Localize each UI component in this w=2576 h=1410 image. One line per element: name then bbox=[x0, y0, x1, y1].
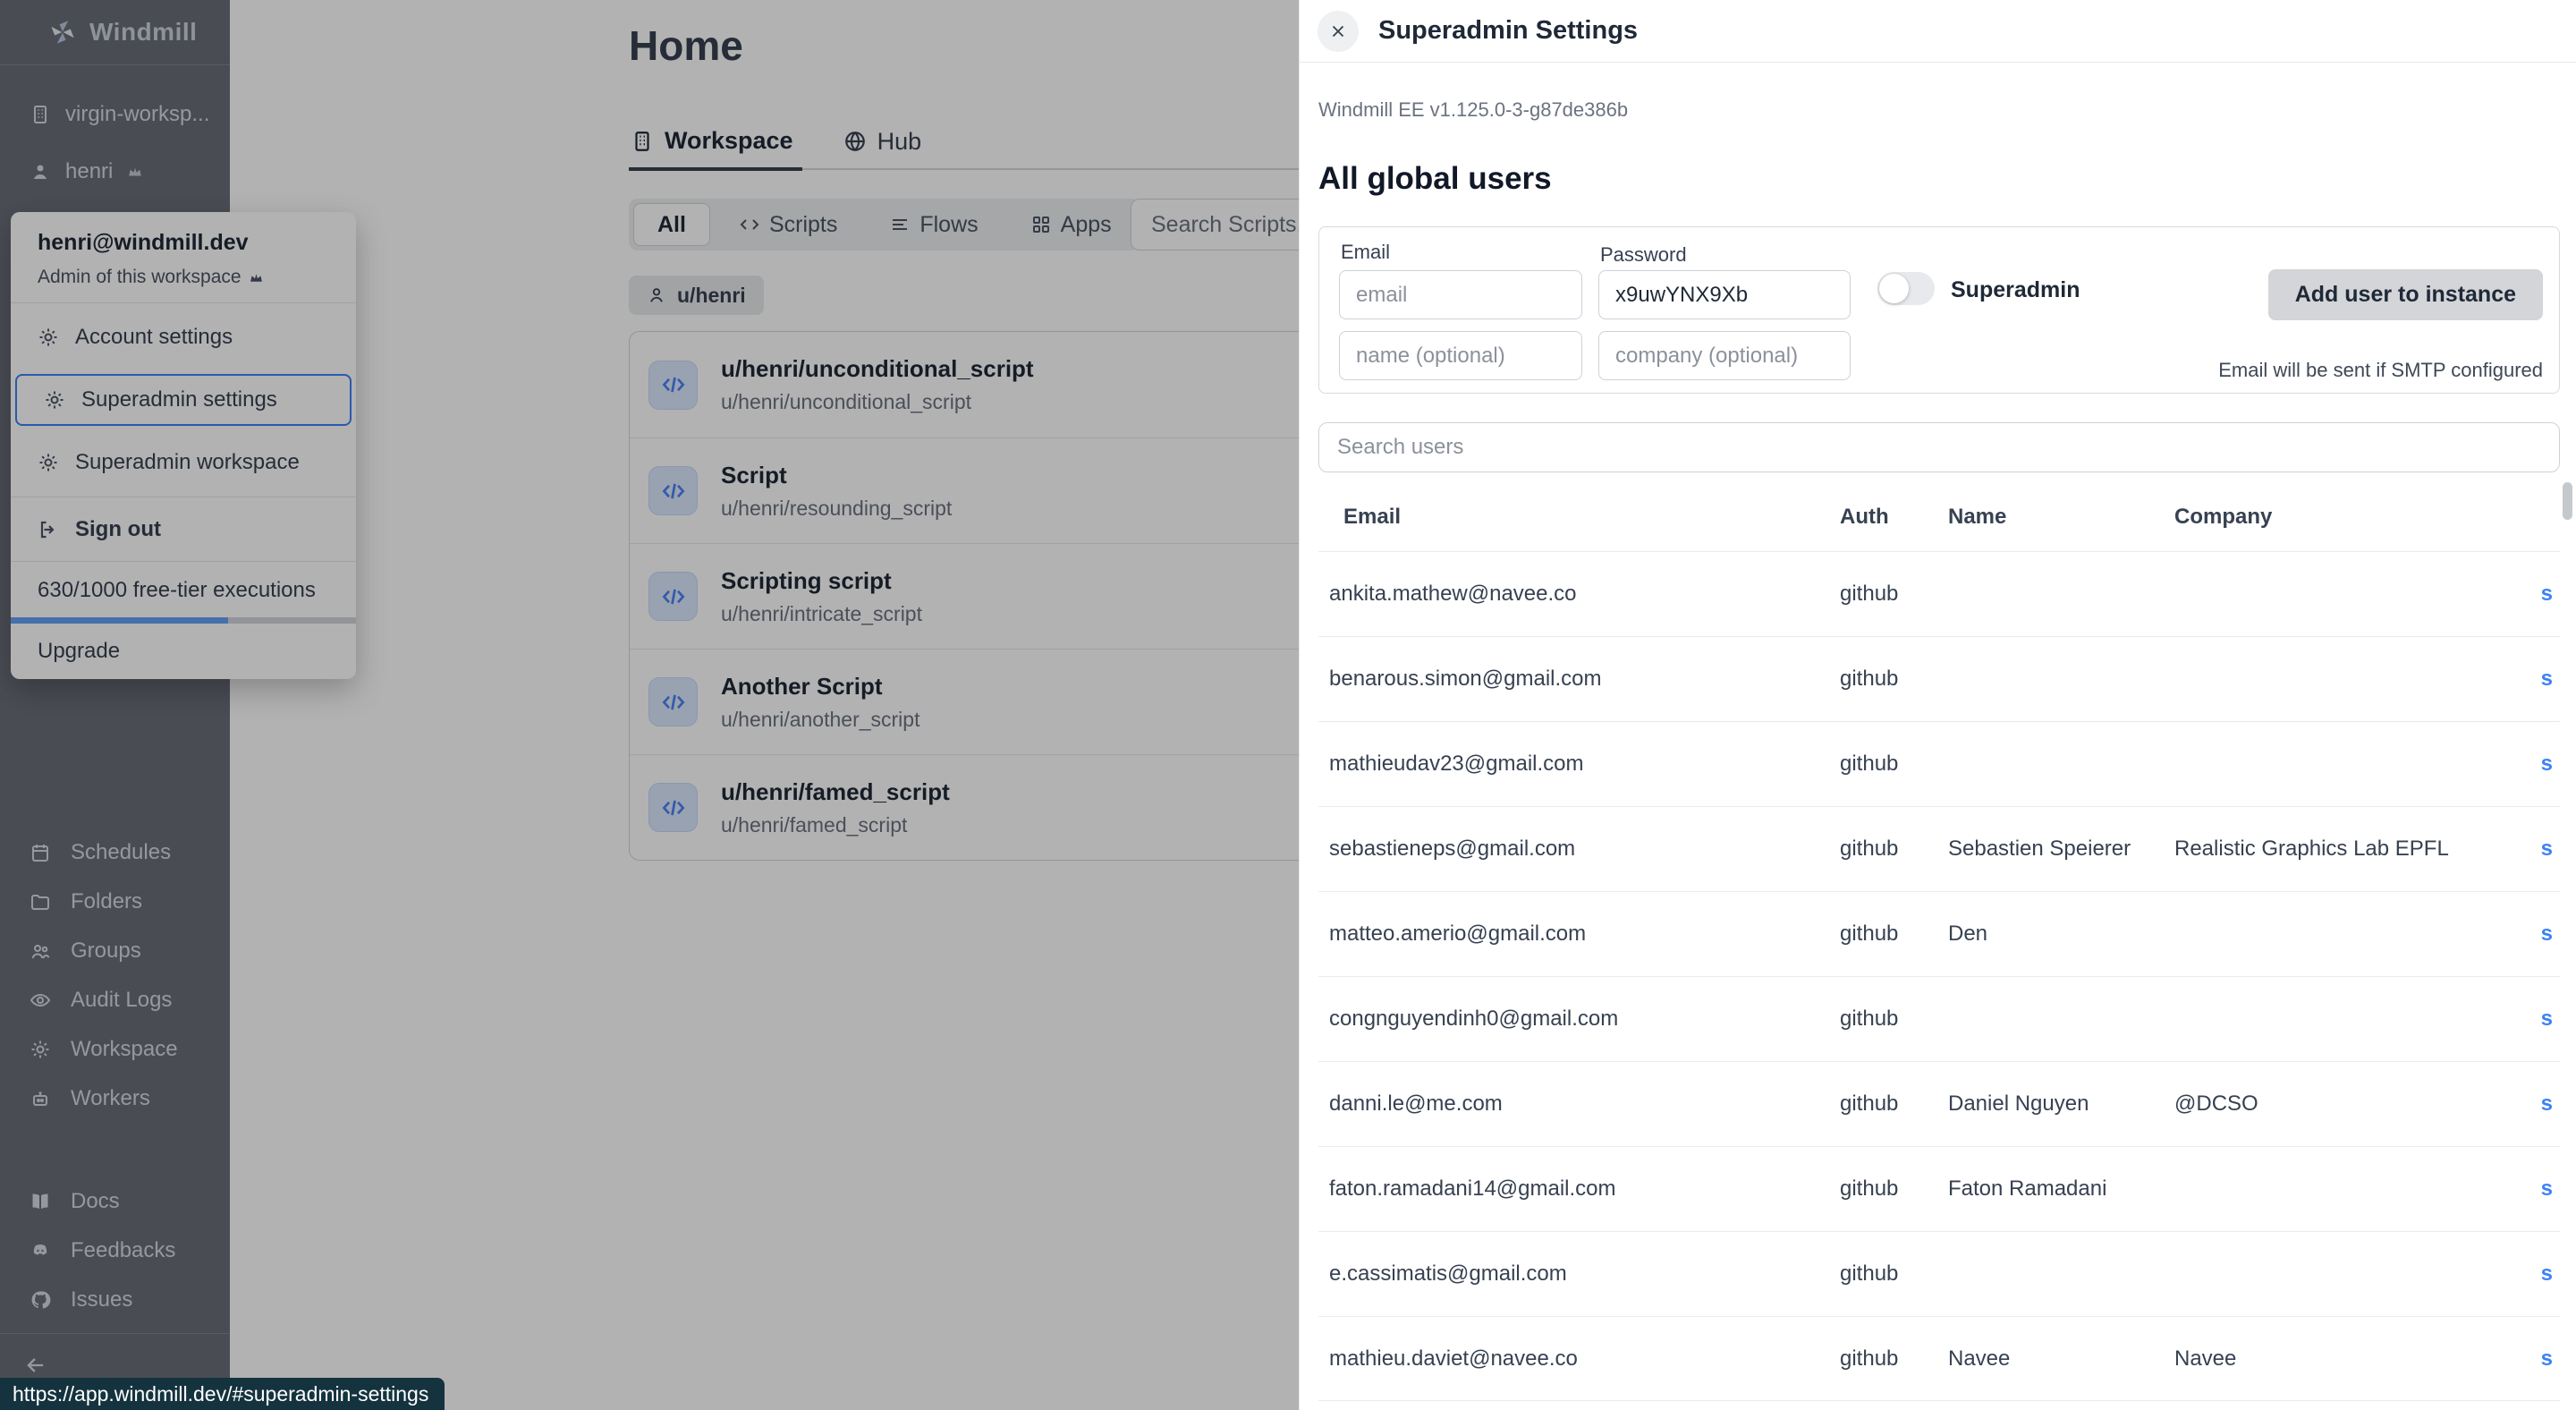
row-action-link[interactable]: s bbox=[2541, 837, 2553, 861]
search-users-input[interactable] bbox=[1318, 422, 2560, 472]
superadmin-toggle-label: Superadmin bbox=[1951, 277, 2080, 303]
user-email: faton.ramadani14@gmail.com bbox=[1318, 1176, 1840, 1202]
user-auth: github bbox=[1840, 582, 1948, 607]
scrollbar-thumb[interactable] bbox=[2563, 482, 2572, 520]
user-email: congnguyendinh0@gmail.com bbox=[1318, 1007, 1840, 1032]
row-action-link[interactable]: s bbox=[2541, 1176, 2553, 1201]
user-name: Navee bbox=[1948, 1346, 2174, 1372]
col-header-company: Company bbox=[2174, 505, 2497, 530]
toggle-knob bbox=[1879, 274, 1909, 303]
table-row: ankita.mathew@navee.co github s bbox=[1318, 551, 2560, 636]
user-auth: github bbox=[1840, 752, 1948, 777]
table-row: mathieudav23@gmail.com github s bbox=[1318, 721, 2560, 806]
user-name: Daniel Nguyen bbox=[1948, 1091, 2174, 1117]
row-action-link[interactable]: s bbox=[2541, 1261, 2553, 1286]
row-action-link[interactable]: s bbox=[2541, 1346, 2553, 1371]
table-row: sebastieneps@gmail.com github Sebastien … bbox=[1318, 806, 2560, 891]
users-table: Email Auth Name Company ankita.mathew@na… bbox=[1318, 505, 2560, 1401]
user-email: matteo.amerio@gmail.com bbox=[1318, 922, 1840, 947]
table-row: danni.le@me.com github Daniel Nguyen @DC… bbox=[1318, 1061, 2560, 1146]
table-row: e.cassimatis@gmail.com github s bbox=[1318, 1231, 2560, 1316]
row-action-link[interactable]: s bbox=[2541, 582, 2553, 606]
table-row: mathieu.daviet@navee.co github Navee Nav… bbox=[1318, 1316, 2560, 1401]
user-name: Faton Ramadani bbox=[1948, 1176, 2174, 1202]
user-email: e.cassimatis@gmail.com bbox=[1318, 1261, 1840, 1287]
user-auth: github bbox=[1840, 1091, 1948, 1117]
row-action-link[interactable]: s bbox=[2541, 1007, 2553, 1031]
col-header-email: Email bbox=[1318, 505, 1840, 530]
user-email: danni.le@me.com bbox=[1318, 1091, 1840, 1117]
close-drawer-button[interactable] bbox=[1318, 11, 1359, 52]
add-user-button[interactable]: Add user to instance bbox=[2268, 269, 2543, 320]
col-header-auth: Auth bbox=[1840, 505, 1948, 530]
col-header-name: Name bbox=[1948, 505, 2174, 530]
version-label: Windmill EE v1.125.0-3-g87de386b bbox=[1318, 98, 2560, 122]
user-auth: github bbox=[1840, 1346, 1948, 1372]
add-user-form: Email Password Superadmin Add user to in… bbox=[1318, 226, 2560, 394]
drawer-title: Superadmin Settings bbox=[1378, 16, 1638, 46]
email-label: Email bbox=[1341, 241, 1390, 264]
user-company: @DCSO bbox=[2174, 1091, 2497, 1117]
table-header-row: Email Auth Name Company bbox=[1318, 505, 2560, 551]
table-row: congnguyendinh0@gmail.com github s bbox=[1318, 976, 2560, 1061]
password-label: Password bbox=[1600, 243, 1687, 267]
user-email: benarous.simon@gmail.com bbox=[1318, 667, 1840, 692]
user-auth: github bbox=[1840, 837, 1948, 862]
table-row: faton.ramadani14@gmail.com github Faton … bbox=[1318, 1146, 2560, 1231]
drawer-body: Windmill EE v1.125.0-3-g87de386b All glo… bbox=[1300, 98, 2576, 1401]
email-field[interactable] bbox=[1339, 270, 1582, 319]
user-auth: github bbox=[1840, 922, 1948, 947]
superadmin-toggle[interactable] bbox=[1877, 272, 1935, 305]
table-row: matteo.amerio@gmail.com github Den s bbox=[1318, 891, 2560, 976]
company-field[interactable] bbox=[1598, 331, 1851, 380]
drawer-header: Superadmin Settings bbox=[1300, 0, 2576, 63]
user-auth: github bbox=[1840, 1176, 1948, 1202]
user-auth: github bbox=[1840, 667, 1948, 692]
smtp-note: Email will be sent if SMTP configured bbox=[2218, 359, 2543, 382]
row-action-link[interactable]: s bbox=[2541, 667, 2553, 691]
superadmin-settings-drawer: Superadmin Settings Windmill EE v1.125.0… bbox=[1299, 0, 2576, 1410]
table-row: benarous.simon@gmail.com github s bbox=[1318, 636, 2560, 721]
row-action-link[interactable]: s bbox=[2541, 1091, 2553, 1116]
user-name: Sebastien Speierer bbox=[1948, 837, 2174, 862]
browser-status-bar: https://app.windmill.dev/#superadmin-set… bbox=[0, 1378, 445, 1410]
user-auth: github bbox=[1840, 1007, 1948, 1032]
user-company: Realistic Graphics Lab EPFL bbox=[2174, 837, 2497, 862]
user-company: Navee bbox=[2174, 1346, 2497, 1372]
user-email: ankita.mathew@navee.co bbox=[1318, 582, 1840, 607]
user-email: mathieu.daviet@navee.co bbox=[1318, 1346, 1840, 1372]
user-email: sebastieneps@gmail.com bbox=[1318, 837, 1840, 862]
password-field[interactable] bbox=[1598, 270, 1851, 319]
section-title: All global users bbox=[1318, 161, 2560, 197]
row-action-link[interactable]: s bbox=[2541, 752, 2553, 776]
close-icon bbox=[1328, 21, 1348, 41]
row-action-link[interactable]: s bbox=[2541, 922, 2553, 946]
user-auth: github bbox=[1840, 1261, 1948, 1287]
status-url: https://app.windmill.dev/#superadmin-set… bbox=[13, 1382, 428, 1406]
user-name: Den bbox=[1948, 922, 2174, 947]
name-field[interactable] bbox=[1339, 331, 1582, 380]
user-email: mathieudav23@gmail.com bbox=[1318, 752, 1840, 777]
